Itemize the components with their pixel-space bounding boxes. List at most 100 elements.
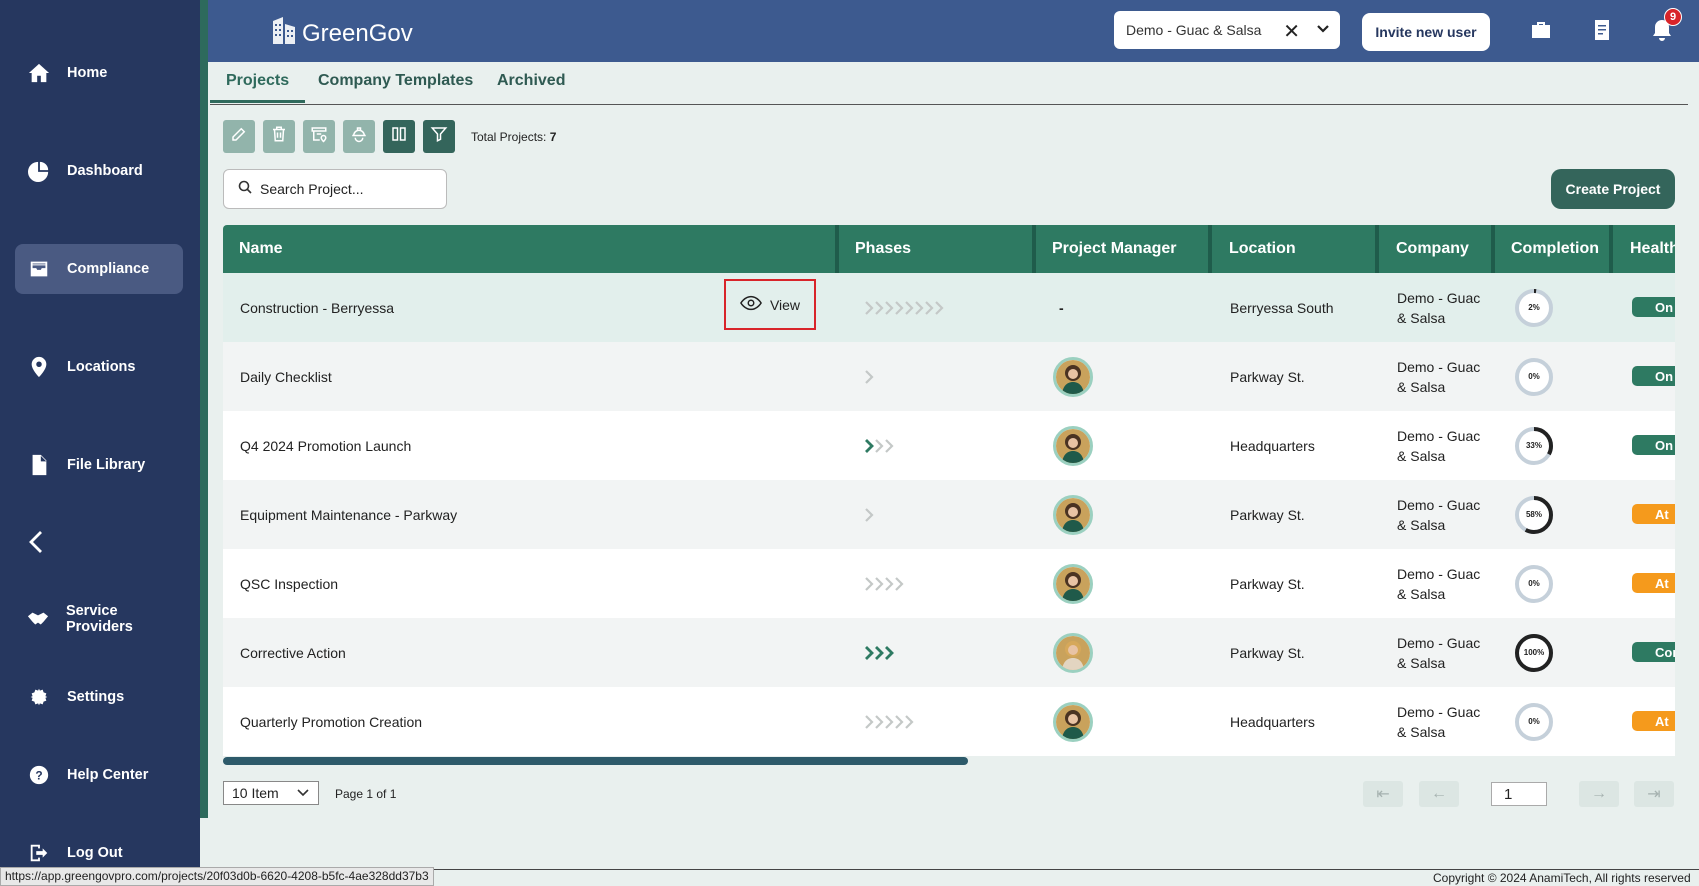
location: Parkway St. [1230,575,1305,592]
sidebar-item-service-providers[interactable]: Service Providers [15,594,183,644]
edit-button[interactable] [223,120,255,153]
completion-ring: 33% [1514,426,1554,466]
table-row[interactable]: Corrective Action Parkway St. Demo - Guac &… [223,618,1675,687]
table-row[interactable]: Construction - Berryessa View - Berryessa S… [223,273,1675,342]
completion-label: 0% [1528,372,1540,381]
sidebar: Home Dashboard Compliance Locations File… [0,0,200,886]
search-box[interactable] [223,169,447,209]
filter-button[interactable] [423,120,455,153]
company-select[interactable]: Demo - Guac & Salsa ✕ [1114,11,1340,49]
column-divider[interactable] [1609,225,1613,273]
phases-indicator [864,618,894,687]
total-projects-value: 7 [549,129,557,144]
phase-chevron-icon [874,645,884,661]
column-header-name[interactable]: Name [223,225,283,273]
project-manager [1053,342,1093,411]
project-manager [1053,549,1093,618]
company-select-value: Demo - Guac & Salsa [1126,22,1262,38]
first-page-button[interactable]: ⇤ [1363,781,1403,807]
logout-icon [27,841,51,865]
column-header-location[interactable]: Location [1213,225,1296,273]
column-header-health[interactable]: Health [1614,225,1675,273]
health-badge: At [1632,711,1675,731]
scrollbar-thumb[interactable] [223,757,968,765]
project-manager-value: - [1059,299,1064,316]
avatar[interactable] [1053,632,1093,673]
sidebar-item-locations[interactable]: Locations [15,342,183,392]
toolbar: Total Projects: 7 [223,120,556,153]
avatar[interactable] [1053,563,1093,604]
prev-page-button[interactable]: ← [1419,781,1459,807]
sidebar-item-home[interactable]: Home [15,48,183,98]
phase-chevron-icon [864,714,874,730]
sidebar-item-compliance[interactable]: Compliance [15,244,183,294]
project-name[interactable]: Corrective Action [240,618,346,687]
table-row[interactable]: Daily Checklist Parkway St. Demo - Guac & S… [223,342,1675,411]
completion: 0% [1514,342,1554,411]
project-name[interactable]: Quarterly Promotion Creation [240,687,422,756]
project-name[interactable]: QSC Inspection [240,549,338,618]
sidebar-item-label: Compliance [67,261,150,277]
column-divider[interactable] [1208,225,1212,273]
archive-location-button[interactable] [303,120,335,153]
sidebar-item-dashboard[interactable]: Dashboard [15,146,183,196]
search-input[interactable] [260,181,440,197]
project-name[interactable]: Equipment Maintenance - Parkway [240,480,457,549]
column-header-completion[interactable]: Completion [1495,225,1599,273]
column-header-phases[interactable]: Phases [839,225,911,273]
table-row[interactable]: QSC Inspection Parkway St. Demo - Guac & Sa… [223,549,1675,618]
invite-user-button[interactable]: Invite new user [1362,13,1490,51]
svg-text:?: ? [35,769,42,783]
sidebar-item-file-library[interactable]: File Library [15,440,183,490]
chevron-down-icon[interactable] [1316,22,1330,39]
page-number-input[interactable]: 1 [1491,782,1547,806]
create-project-button[interactable]: Create Project [1551,169,1675,209]
completion: 100% [1514,618,1554,687]
inbox-icon [27,257,51,281]
company-line: & Salsa [1397,447,1446,464]
collapse-sidebar-icon[interactable] [24,528,48,556]
avatar[interactable] [1053,356,1093,397]
horizontal-scrollbar[interactable] [223,757,1675,765]
briefcase-icon[interactable] [1529,18,1555,44]
items-per-page-select[interactable]: 10 Item [223,781,319,805]
avatar[interactable] [1053,701,1093,742]
table-row[interactable]: Q4 2024 Promotion Launch Headquarters Demo… [223,411,1675,480]
view-button[interactable]: View [724,279,816,330]
delete-button[interactable] [263,120,295,153]
assign-worker-button[interactable] [343,120,375,153]
project-name[interactable]: Construction - Berryessa [240,273,394,342]
column-header-project-manager[interactable]: Project Manager [1036,225,1176,273]
sidebar-item-help-center[interactable]: ? Help Center [15,750,183,800]
table-row[interactable]: Quarterly Promotion Creation Headquarters… [223,687,1675,756]
completion-ring: 0% [1514,357,1554,397]
next-page-button[interactable]: → [1579,781,1619,807]
sidebar-item-settings[interactable]: Settings [15,672,183,722]
column-divider[interactable] [1375,225,1379,273]
arrow-left-icon: ← [1431,785,1447,802]
completion-label: 33% [1525,441,1542,450]
column-header-company[interactable]: Company [1380,225,1469,273]
tab-company-templates[interactable]: Company Templates [318,72,473,100]
bell-icon[interactable]: 9 [1650,8,1682,44]
columns-button[interactable] [383,120,415,153]
avatar[interactable] [1053,494,1093,535]
tab-projects[interactable]: Projects [210,72,306,103]
phase-chevron-icon [924,300,934,316]
project-name[interactable]: Daily Checklist [240,342,332,411]
trash-icon [270,125,288,148]
avatar[interactable] [1053,425,1093,466]
company-line: Demo - Guac [1397,703,1481,720]
phase-chevron-icon [894,714,904,730]
project-name[interactable]: Q4 2024 Promotion Launch [240,411,411,480]
document-icon[interactable] [1590,18,1616,44]
app-logo[interactable]: GreenGov [270,15,413,52]
arrow-right-icon: → [1591,785,1607,802]
home-icon [27,61,51,85]
tab-archived[interactable]: Archived [497,72,565,100]
phases-indicator [864,411,894,480]
sidebar-item-label: Dashboard [67,163,143,179]
close-icon[interactable]: ✕ [1283,19,1300,44]
last-page-button[interactable]: ⇥ [1634,781,1674,807]
table-row[interactable]: Equipment Maintenance - Parkway Parkway S… [223,480,1675,549]
